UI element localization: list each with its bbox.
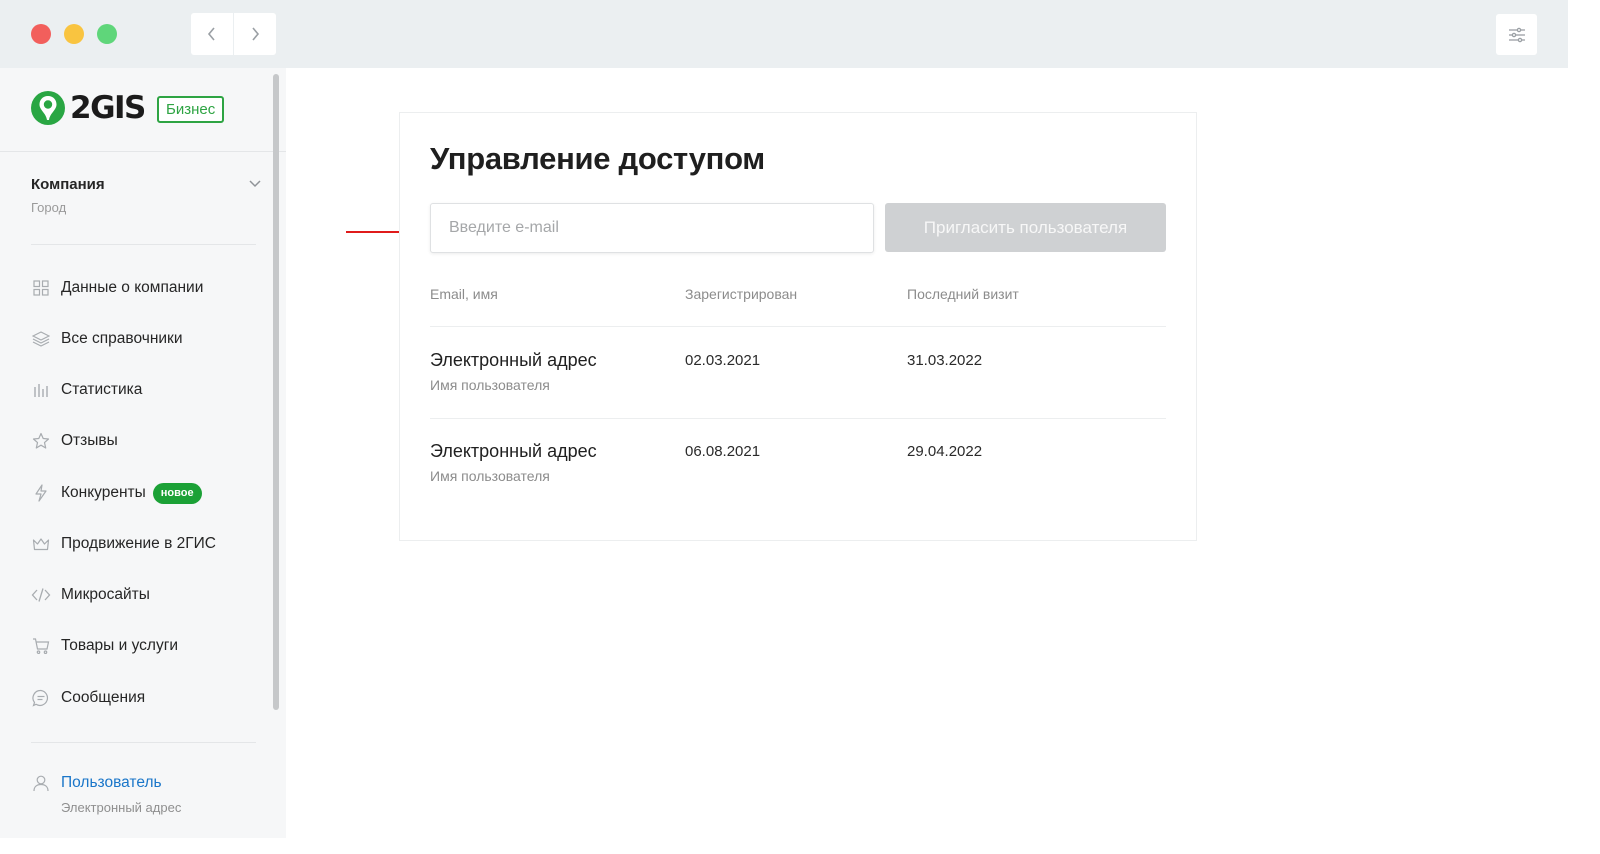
column-header-email: Email, имя	[430, 286, 498, 302]
company-name: Компания	[31, 176, 105, 193]
invite-user-button[interactable]: Пригласить пользователя	[885, 203, 1166, 252]
row-registered-date: 02.03.2021	[685, 352, 761, 369]
sidebar-item-company-data[interactable]: Данные о компании	[31, 273, 261, 303]
chevron-right-icon	[252, 27, 260, 41]
chevron-down-icon	[249, 180, 261, 188]
divider	[31, 742, 256, 743]
row-last-visit-date: 31.03.2022	[907, 352, 983, 369]
sidebar-item-label: Товары и услуги	[61, 637, 179, 654]
sidebar-item-promotion[interactable]: Продвижение в 2ГИС	[31, 529, 261, 559]
back-button[interactable]	[191, 13, 233, 55]
sidebar-item-label: Конкуренты	[61, 484, 146, 501]
row-user-name: Имя пользователя	[430, 468, 550, 484]
column-header-registered: Зарегистрирован	[685, 286, 798, 302]
maximize-window-button[interactable]	[97, 24, 117, 44]
navigation-buttons	[191, 13, 276, 55]
company-selector[interactable]: Компания Город	[31, 176, 261, 215]
sidebar-item-directories[interactable]: Все справочники	[31, 324, 261, 354]
close-window-button[interactable]	[31, 24, 51, 44]
user-email: Электронный адрес	[61, 800, 182, 815]
user-icon	[33, 775, 49, 792]
sliders-icon	[1508, 27, 1525, 42]
sidebar-item-label: Продвижение в 2ГИС	[61, 535, 216, 552]
company-city: Город	[31, 200, 67, 215]
access-management-card: Управление доступом Пригласить пользоват…	[399, 112, 1197, 541]
sidebar-item-label: Данные о компании	[61, 279, 204, 296]
row-email: Электронный адрес	[430, 441, 597, 461]
sidebar-scrollbar[interactable]	[273, 74, 279, 710]
title-bar	[0, 0, 1568, 68]
sidebar-item-goods-services[interactable]: Товары и услуги	[31, 631, 261, 661]
divider	[31, 244, 256, 245]
grid-icon	[31, 278, 51, 298]
sidebar-item-statistics[interactable]: Статистика	[31, 375, 261, 405]
page-title: Управление доступом	[430, 141, 765, 176]
chat-icon	[31, 688, 51, 708]
sidebar-item-microsites[interactable]: Микросайты	[31, 580, 261, 610]
sidebar-item-label: Статистика	[61, 381, 143, 398]
logo-text: 2GIS	[70, 90, 146, 126]
chevron-left-icon	[207, 27, 215, 41]
forward-button[interactable]	[234, 13, 276, 55]
browser-window: 2GIS Бизнес Компания Город Данные о комп…	[0, 0, 1568, 838]
row-divider	[430, 326, 1166, 327]
row-last-visit-date: 29.04.2022	[907, 443, 983, 460]
row-email: Электронный адрес	[430, 350, 597, 370]
sidebar-item-label: Отзывы	[61, 432, 118, 449]
row-divider	[430, 418, 1166, 419]
sidebar-item-label: Все справочники	[61, 330, 183, 347]
minimize-window-button[interactable]	[64, 24, 84, 44]
crown-icon	[31, 534, 51, 554]
business-badge: Бизнес	[157, 96, 225, 123]
email-input[interactable]	[430, 203, 874, 253]
sidebar-item-reviews[interactable]: Отзывы	[31, 426, 261, 456]
sidebar: 2GIS Бизнес Компания Город Данные о комп…	[0, 68, 286, 838]
row-user-name: Имя пользователя	[430, 377, 550, 393]
code-icon	[31, 585, 51, 605]
sidebar-item-competitors[interactable]: Конкуренты новое	[31, 478, 261, 508]
sidebar-item-label: Микросайты	[61, 586, 150, 603]
layers-icon	[31, 329, 51, 349]
sidebar-item-label: Сообщения	[61, 689, 146, 706]
divider	[0, 151, 286, 152]
column-header-last-visit: Последний визит	[907, 286, 1019, 302]
user-name: Пользователь	[61, 774, 162, 791]
settings-button[interactable]	[1496, 14, 1537, 55]
star-icon	[31, 431, 51, 451]
row-registered-date: 06.08.2021	[685, 443, 761, 460]
lightning-icon	[31, 483, 51, 503]
new-badge: новое	[152, 482, 202, 504]
map-pin-logo-icon	[31, 91, 65, 125]
logo[interactable]: 2GIS	[30, 90, 146, 126]
cart-icon	[31, 636, 51, 656]
sidebar-item-messages[interactable]: Сообщения	[31, 683, 261, 713]
bar-chart-icon	[31, 380, 51, 400]
